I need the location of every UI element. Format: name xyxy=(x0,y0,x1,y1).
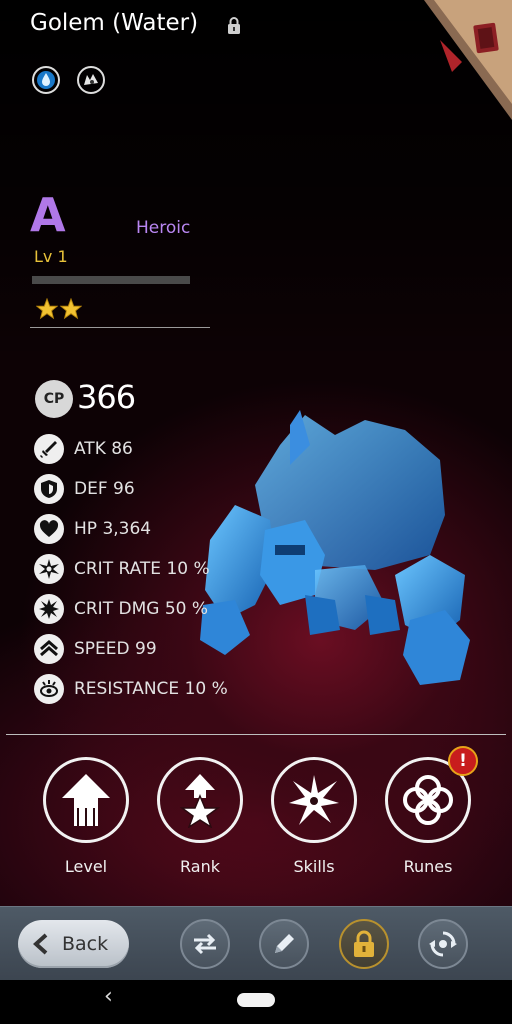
nav-home-pill[interactable] xyxy=(237,993,275,1007)
lock-icon[interactable] xyxy=(226,16,242,36)
back-button[interactable]: Back xyxy=(18,920,129,968)
chevron-left-icon xyxy=(33,933,48,955)
monster-title: Golem (Water) xyxy=(30,10,199,36)
stat-speed: SPEED 99 xyxy=(34,633,157,665)
skills-button[interactable]: Skills xyxy=(268,757,360,876)
action-label: Skills xyxy=(293,857,335,876)
crit-rate-icon xyxy=(34,554,64,584)
level-button[interactable]: Level xyxy=(40,757,132,876)
stat-atk: ATK 86 xyxy=(34,433,133,465)
star-icon xyxy=(36,298,58,320)
shield-icon xyxy=(34,474,64,504)
crit-dmg-icon xyxy=(34,594,64,624)
xp-progress-bar xyxy=(32,276,190,284)
cp-value: 366 xyxy=(77,378,136,416)
beast-type-icon[interactable] xyxy=(77,66,105,94)
level-label: Lv 1 xyxy=(34,247,68,266)
stat-crit-rate: CRIT RATE 10 % xyxy=(34,553,210,585)
recycle-icon xyxy=(429,931,457,957)
rank-button[interactable]: Rank xyxy=(154,757,246,876)
stat-hp: HP 3,364 xyxy=(34,513,151,545)
rank-star-icon[interactable] xyxy=(157,757,243,843)
golem-monster-image xyxy=(200,410,470,685)
star-icon xyxy=(60,298,82,320)
bottom-toolbar: Back xyxy=(0,906,512,981)
nav-back-icon[interactable]: ‹ xyxy=(104,984,113,1009)
rename-button[interactable] xyxy=(259,919,309,969)
level-up-arrow-icon[interactable] xyxy=(43,757,129,843)
cp-badge: CP xyxy=(35,380,73,418)
rarity-label: Heroic xyxy=(136,218,191,238)
water-element-icon[interactable] xyxy=(32,66,60,94)
heart-icon xyxy=(34,514,64,544)
resistance-icon xyxy=(34,674,64,704)
stat-def: DEF 96 xyxy=(34,473,135,505)
pencil-icon xyxy=(275,934,294,953)
stat-text: CRIT DMG 50 % xyxy=(74,599,209,619)
stat-text: ATK 86 xyxy=(74,439,133,459)
recycle-button[interactable] xyxy=(418,919,468,969)
stat-text: SPEED 99 xyxy=(74,639,157,659)
system-nav-bar: ‹ xyxy=(0,980,512,1024)
monster-detail-screen: Golem (Water) A Heroic Lv 1 CP 366 ATK 8… xyxy=(0,0,512,906)
swap-button[interactable] xyxy=(180,919,230,969)
stat-text: CRIT RATE 10 % xyxy=(74,559,210,579)
grade-letter: A xyxy=(30,188,66,242)
action-label: Runes xyxy=(403,857,453,876)
lock-icon xyxy=(354,930,374,957)
divider xyxy=(30,327,210,328)
divider xyxy=(6,734,506,735)
stat-text: DEF 96 xyxy=(74,479,135,499)
back-label: Back xyxy=(62,933,109,955)
stat-text: RESISTANCE 10 % xyxy=(74,679,228,699)
stat-resistance: RESISTANCE 10 % xyxy=(34,673,228,705)
speed-icon xyxy=(34,634,64,664)
action-label: Level xyxy=(64,857,108,876)
star-rating xyxy=(36,298,82,320)
runes-alert-badge: ! xyxy=(448,746,478,776)
action-label: Rank xyxy=(180,857,220,876)
lock-button[interactable] xyxy=(339,919,389,969)
stat-text: HP 3,364 xyxy=(74,519,152,539)
sword-icon xyxy=(34,434,64,464)
stat-crit-dmg: CRIT DMG 50 % xyxy=(34,593,208,625)
skills-burst-icon[interactable] xyxy=(271,757,357,843)
swap-icon xyxy=(194,933,216,955)
collection-book-icon[interactable] xyxy=(412,0,512,120)
